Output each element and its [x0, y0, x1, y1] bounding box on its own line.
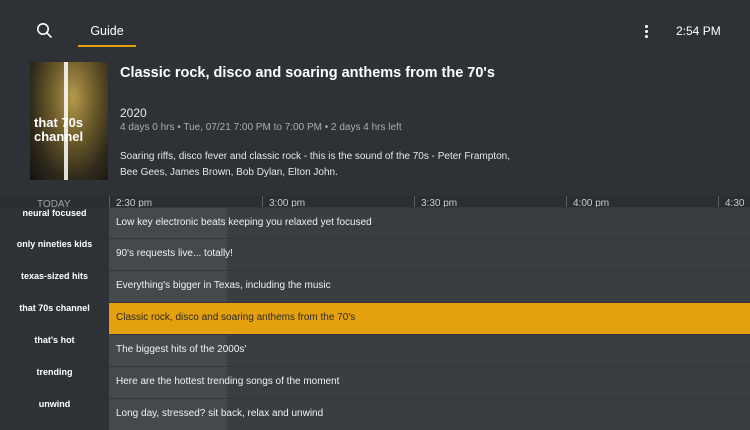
program-title: Here are the hottest trending songs of t…: [116, 376, 340, 387]
channel-row: unwind Long day, stressed? sit back, rel…: [0, 398, 750, 430]
tab-guide-label: Guide: [90, 24, 124, 38]
program-cell[interactable]: The biggest hits of the 2000s': [109, 334, 750, 366]
channel-logo-text: that 70s channel: [19, 303, 90, 313]
search-icon-glyph: [37, 23, 52, 38]
channel-logo-text: unwind: [38, 399, 71, 409]
channel-logo[interactable]: only nineties kids: [0, 238, 109, 269]
program-title: The biggest hits of the 2000s': [116, 344, 247, 355]
program-year: 2020: [120, 106, 147, 120]
channel-row: only nineties kids 90's requests live...…: [0, 238, 750, 270]
channel-row: trending Here are the hottest trending s…: [0, 366, 750, 398]
channel-logo-text: trending: [36, 367, 73, 377]
channel-logo-text: that's hot: [34, 335, 75, 345]
tab-active-indicator: [78, 45, 136, 47]
program-cell[interactable]: Long day, stressed? sit back, relax and …: [109, 398, 750, 430]
menu-dot: [645, 35, 648, 38]
program-cell-selected[interactable]: Classic rock, disco and soaring anthems …: [109, 302, 750, 334]
program-cell[interactable]: Everything's bigger in Texas, including …: [109, 270, 750, 302]
clock: 2:54 PM: [676, 24, 721, 38]
channel-logo[interactable]: that's hot: [0, 334, 109, 365]
channel-logo[interactable]: texas-sized hits: [0, 270, 109, 301]
channel-row: that's hot The biggest hits of the 2000s…: [0, 334, 750, 366]
top-bar: Guide 2:54 PM: [0, 0, 750, 52]
menu-dot: [645, 30, 648, 33]
program-meta: 4 days 0 hrs • Tue, 07/21 7:00 PM to 7:0…: [120, 122, 402, 133]
guide-grid: neural focused Low key electronic beats …: [0, 207, 750, 430]
program-title: 90's requests live... totally!: [116, 248, 233, 259]
program-title: Classic rock, disco and soaring anthems …: [120, 65, 495, 81]
program-description: Soaring riffs, disco fever and classic r…: [120, 151, 510, 178]
search-icon[interactable]: [36, 22, 56, 42]
program-cell[interactable]: Low key electronic beats keeping you rel…: [109, 207, 750, 239]
program-detail: that 70s channel Classic rock, disco and…: [0, 52, 750, 194]
channel-logo[interactable]: neural focused: [0, 207, 109, 238]
channel-logo-text: only nineties kids: [16, 239, 93, 249]
program-title: Long day, stressed? sit back, relax and …: [116, 408, 324, 419]
channel-row: neural focused Low key electronic beats …: [0, 207, 750, 239]
program-poster: that 70s channel: [30, 62, 108, 180]
channel-row: texas-sized hits Everything's bigger in …: [0, 270, 750, 302]
program-title: Classic rock, disco and soaring anthems …: [116, 312, 356, 323]
channel-logo-text: texas-sized hits: [20, 271, 89, 281]
program-title: Everything's bigger in Texas, including …: [116, 280, 331, 291]
program-cell[interactable]: 90's requests live... totally!: [109, 238, 750, 270]
menu-dot: [645, 25, 648, 28]
more-vertical-icon[interactable]: [638, 22, 654, 40]
tab-guide[interactable]: Guide: [78, 16, 136, 47]
program-title: Low key electronic beats keeping you rel…: [116, 217, 372, 228]
channel-logo-text: neural focused: [22, 208, 87, 218]
channel-logo[interactable]: trending: [0, 366, 109, 397]
channel-logo[interactable]: that 70s channel: [0, 302, 109, 333]
channel-row-selected: that 70s channel Classic rock, disco and…: [0, 302, 750, 334]
channel-logo[interactable]: unwind: [0, 398, 109, 429]
poster-logo-text: that 70s channel: [34, 115, 84, 144]
program-cell[interactable]: Here are the hottest trending songs of t…: [109, 366, 750, 398]
